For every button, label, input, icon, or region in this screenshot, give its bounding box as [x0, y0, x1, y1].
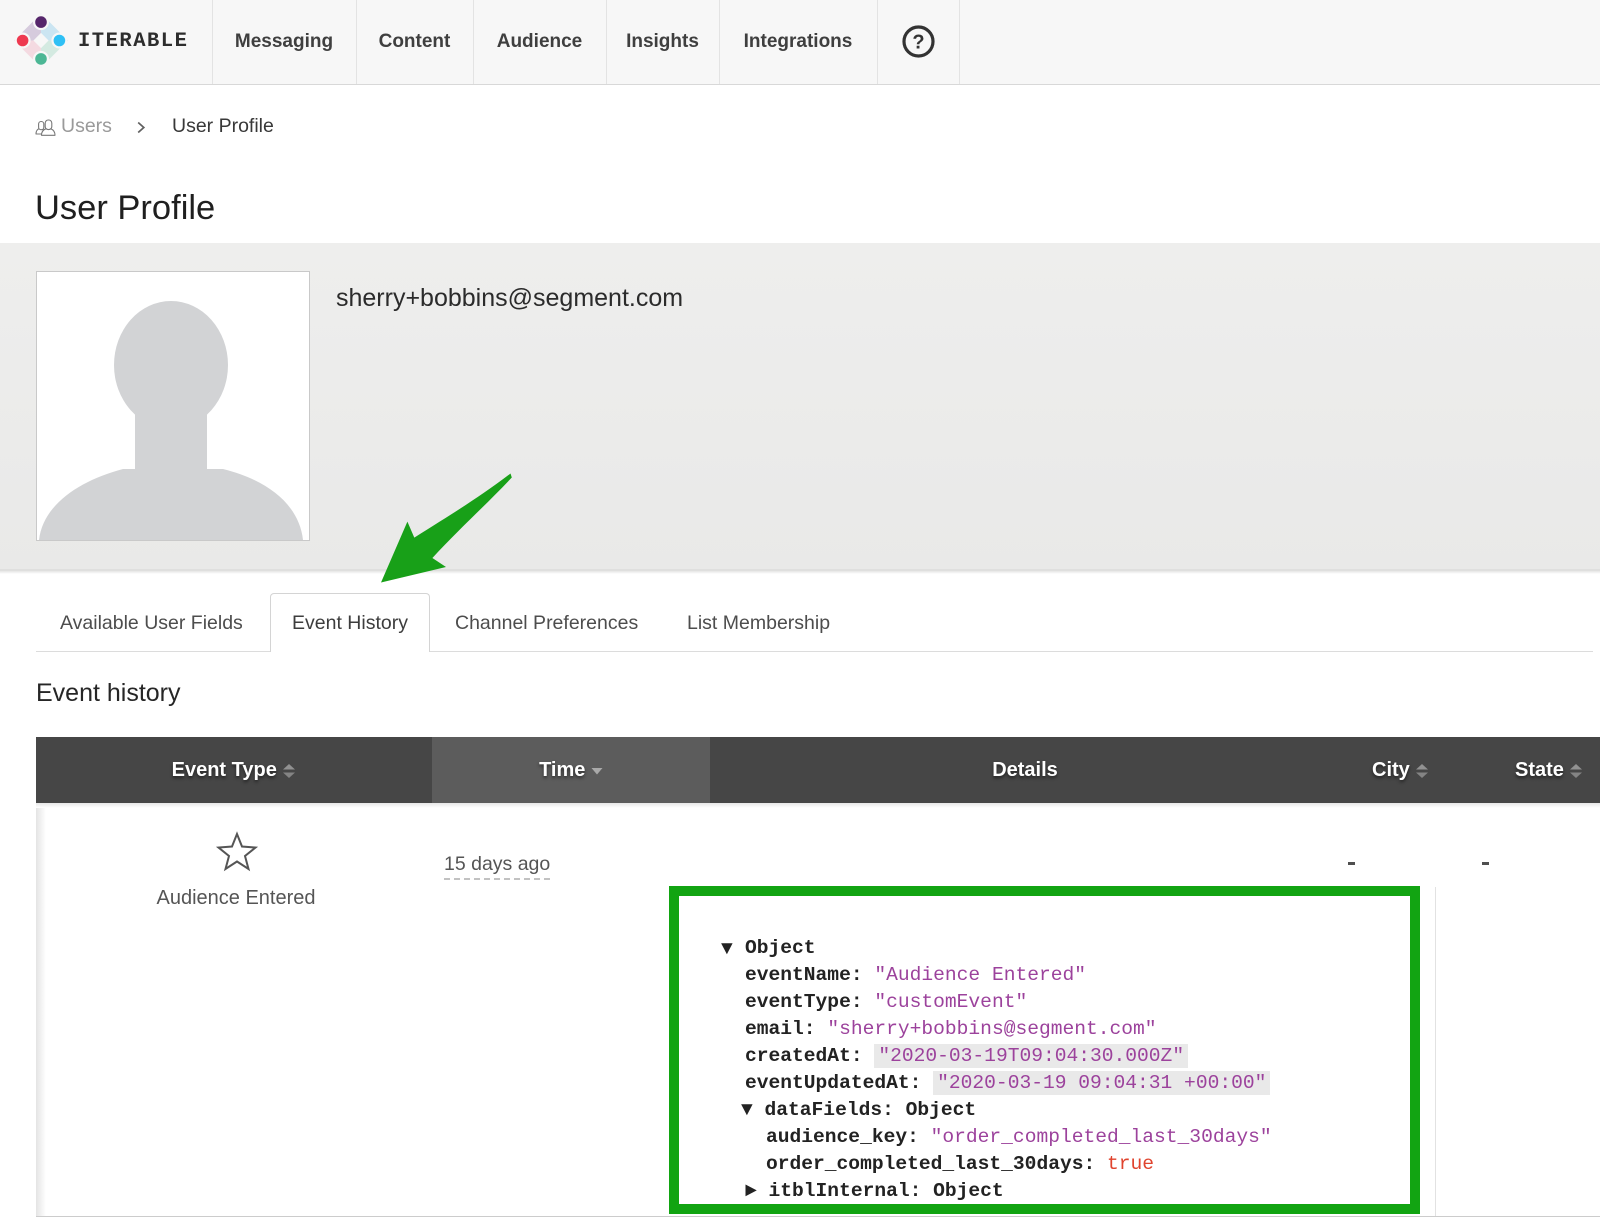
svg-text:?: ? — [912, 32, 924, 54]
